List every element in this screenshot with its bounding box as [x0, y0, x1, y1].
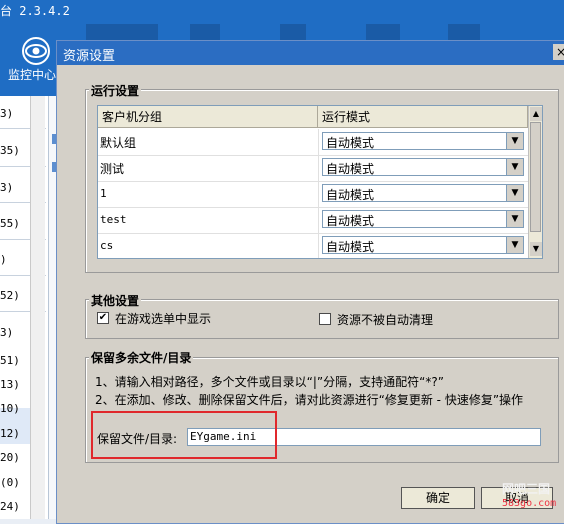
show-in-menu-checkbox[interactable]: ✔ — [97, 312, 109, 324]
list-item[interactable]: 3) — [0, 107, 30, 120]
list-item[interactable]: 55) — [0, 217, 30, 230]
list-item[interactable]: 10) — [0, 402, 30, 415]
table-scrollbar[interactable]: ▲ ▼ — [528, 106, 542, 258]
no-auto-clean-label: 资源不被自动清理 — [337, 313, 434, 327]
no-auto-clean-checkbox[interactable] — [319, 313, 331, 325]
mode-value: 自动模式 — [326, 136, 375, 150]
keep-files-hint-1: 1、请输入相对路径，多个文件或目录以“|”分隔，支持通配符“*?” — [95, 375, 444, 389]
ok-button[interactable]: 确定 — [401, 487, 475, 509]
list-item[interactable]: 52) — [0, 289, 30, 302]
keep-files-title: 保留多余文件/目录 — [89, 349, 194, 366]
column-header-group[interactable]: 客户机分组 — [98, 106, 318, 128]
cell-divider — [318, 155, 319, 181]
list-item[interactable]: 3) — [0, 181, 30, 194]
list-item[interactable]: 51) — [0, 354, 30, 367]
app-title: 台 2.3.4.2 — [0, 4, 70, 18]
scroll-up-icon[interactable]: ▲ — [530, 107, 542, 121]
group-mode-table: 客户机分组 运行模式 默认组 自动模式 ▼ 测试 自动模式 ▼ 1 自动模式 ▼ — [97, 105, 543, 259]
eye-icon — [22, 37, 50, 65]
dialog-title: 资源设置 — [63, 49, 116, 64]
highlight-box — [91, 411, 277, 459]
watermark-text: 网吧三国 — [502, 482, 551, 496]
column-header-mode[interactable]: 运行模式 — [318, 106, 528, 128]
cell-divider — [318, 129, 319, 155]
group-name: test — [100, 213, 127, 226]
chevron-down-icon[interactable]: ▼ — [506, 159, 523, 175]
group-name: 默认组 — [100, 136, 137, 150]
list-item[interactable]: 12) — [0, 427, 30, 440]
table-row[interactable]: 1 自动模式 ▼ — [98, 181, 528, 208]
cell-divider — [318, 181, 319, 207]
group-name: cs — [100, 239, 114, 252]
cell-divider — [318, 233, 319, 258]
list-item[interactable]: 35) — [0, 144, 30, 157]
mode-value: 自动模式 — [326, 240, 375, 254]
mode-select[interactable]: 自动模式 ▼ — [322, 236, 524, 254]
list-item[interactable]: ) — [0, 253, 30, 266]
mode-value: 自动模式 — [326, 188, 375, 202]
mode-select[interactable]: 自动模式 ▼ — [322, 184, 524, 202]
scroll-thumb[interactable] — [530, 122, 541, 232]
chevron-down-icon[interactable]: ▼ — [506, 185, 523, 201]
mode-select[interactable]: 自动模式 ▼ — [322, 158, 524, 176]
dialog-titlebar[interactable]: 资源设置 × — [57, 41, 564, 65]
other-settings-title: 其他设置 — [89, 292, 142, 309]
chevron-down-icon[interactable]: ▼ — [506, 133, 523, 149]
watermark-url: 583go.com — [502, 498, 557, 509]
chevron-down-icon[interactable]: ▼ — [506, 211, 523, 227]
mode-select[interactable]: 自动模式 ▼ — [322, 210, 524, 228]
list-item[interactable]: 3) — [0, 326, 30, 339]
table-row[interactable]: cs 自动模式 ▼ — [98, 233, 528, 258]
resource-settings-dialog: 资源设置 × 运行设置 客户机分组 运行模式 默认组 自动模式 ▼ 测试 自动模… — [56, 40, 564, 524]
run-settings-title: 运行设置 — [89, 82, 142, 99]
mode-value: 自动模式 — [326, 162, 375, 176]
show-in-menu-label: 在游戏选单中显示 — [115, 312, 212, 326]
table-row[interactable]: 测试 自动模式 ▼ — [98, 155, 528, 182]
close-icon[interactable]: × — [553, 44, 564, 60]
list-item[interactable]: 13) — [0, 378, 30, 391]
list-item[interactable]: 24) — [0, 500, 30, 513]
group-name: 测试 — [100, 162, 125, 176]
mode-select[interactable]: 自动模式 ▼ — [322, 132, 524, 150]
scroll-down-icon[interactable]: ▼ — [530, 242, 542, 256]
table-row[interactable]: test 自动模式 ▼ — [98, 207, 528, 234]
mode-value: 自动模式 — [326, 214, 375, 228]
list-item[interactable]: 20) — [0, 451, 30, 464]
group-name: 1 — [100, 187, 107, 200]
table-row[interactable]: 默认组 自动模式 ▼ — [98, 129, 528, 156]
chevron-down-icon[interactable]: ▼ — [506, 237, 523, 253]
list-item[interactable]: (0) — [0, 476, 30, 489]
keep-files-hint-2: 2、在添加、修改、删除保留文件后，请对此资源进行“修复更新 - 快速修复”操作 — [95, 393, 524, 407]
cell-divider — [318, 207, 319, 233]
left-list-scrollbar[interactable] — [30, 96, 45, 519]
